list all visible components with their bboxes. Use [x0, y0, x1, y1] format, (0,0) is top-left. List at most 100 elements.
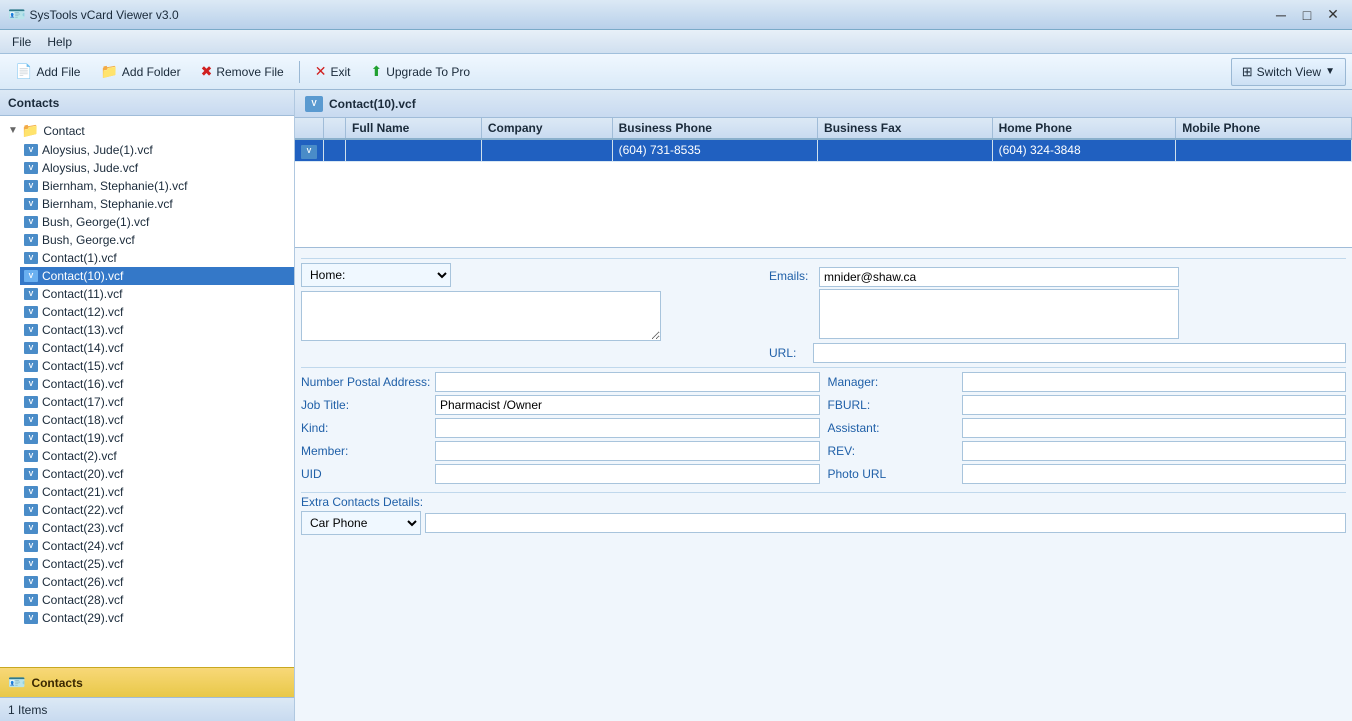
photo-url-label: Photo URL: [828, 467, 958, 481]
col-mobile-phone[interactable]: Mobile Phone: [1176, 118, 1352, 139]
tree-item-4[interactable]: V Bush, George(1).vcf: [20, 213, 294, 231]
tree-item-23[interactable]: V Contact(25).vcf: [20, 555, 294, 573]
vcf-icon-22: V: [24, 540, 38, 552]
tree-item-0[interactable]: V Aloysius, Jude(1).vcf: [20, 141, 294, 159]
tree-area[interactable]: ▼ 📁 Contact V Aloysius, Jude(1).vcf V Al…: [0, 116, 294, 667]
address-textarea[interactable]: [301, 291, 661, 341]
address-type-select[interactable]: Home: Work: Other:: [301, 263, 451, 287]
vcf-icon-12: V: [24, 360, 38, 372]
url-input[interactable]: [813, 343, 1346, 363]
row-icon-cell: V: [295, 139, 324, 161]
col-company[interactable]: Company: [481, 118, 612, 139]
tree-item-label-22: Contact(24).vcf: [42, 539, 123, 553]
tree-item-label-7: Contact(10).vcf: [42, 269, 123, 283]
vcf-icon-9: V: [24, 306, 38, 318]
vcf-icon-6: V: [24, 252, 38, 264]
vcf-icon-19: V: [24, 486, 38, 498]
tree-item-label-10: Contact(13).vcf: [42, 323, 123, 337]
rev-input[interactable]: [962, 441, 1347, 461]
address-left: Home: Work: Other:: [301, 263, 761, 363]
fburl-label: FBURL:: [828, 398, 958, 412]
table-container[interactable]: Full Name Company Business Phone Busines…: [295, 118, 1352, 248]
tree-item-6[interactable]: V Contact(1).vcf: [20, 249, 294, 267]
contacts-icon: 🪪: [8, 674, 25, 691]
tree-item-label-2: Biernham, Stephanie(1).vcf: [42, 179, 187, 193]
tree-item-24[interactable]: V Contact(26).vcf: [20, 573, 294, 591]
menu-help[interactable]: Help: [39, 33, 80, 51]
exit-icon: ✕: [315, 63, 327, 80]
email-input[interactable]: [819, 267, 1179, 287]
tree-item-16[interactable]: V Contact(19).vcf: [20, 429, 294, 447]
tree-children: V Aloysius, Jude(1).vcf V Aloysius, Jude…: [0, 141, 294, 627]
add-file-button[interactable]: 📄 Add File: [6, 58, 89, 86]
car-phone-input[interactable]: [425, 513, 1346, 533]
tree-item-9[interactable]: V Contact(12).vcf: [20, 303, 294, 321]
exit-button[interactable]: ✕ Exit: [306, 58, 360, 86]
vcf-icon-26: V: [24, 612, 38, 624]
minimize-button[interactable]: ─: [1270, 4, 1292, 26]
maximize-button[interactable]: □: [1296, 4, 1318, 26]
tree-item-label-12: Contact(15).vcf: [42, 359, 123, 373]
email-textarea[interactable]: [819, 289, 1179, 339]
tree-item-22[interactable]: V Contact(24).vcf: [20, 537, 294, 555]
menu-file[interactable]: File: [4, 33, 39, 51]
vcf-icon-16: V: [24, 432, 38, 444]
tree-item-8[interactable]: V Contact(11).vcf: [20, 285, 294, 303]
remove-file-icon: ✖: [201, 63, 213, 80]
tree-item-21[interactable]: V Contact(23).vcf: [20, 519, 294, 537]
tree-item-17[interactable]: V Contact(2).vcf: [20, 447, 294, 465]
right-fields: URL:: [769, 343, 1346, 363]
assistant-input[interactable]: [962, 418, 1347, 438]
file-header: V Contact(10).vcf: [295, 90, 1352, 118]
tree-item-18[interactable]: V Contact(20).vcf: [20, 465, 294, 483]
tree-item-11[interactable]: V Contact(14).vcf: [20, 339, 294, 357]
extra-row: Car Phone Pager ISDN Other: [301, 511, 1346, 535]
remove-file-button[interactable]: ✖ Remove File: [192, 58, 293, 86]
close-button[interactable]: ✕: [1322, 4, 1344, 26]
add-folder-button[interactable]: 📁 Add Folder: [91, 58, 189, 86]
kind-row: Kind:: [301, 418, 820, 438]
vcf-icon-18: V: [24, 468, 38, 480]
member-label: Member:: [301, 444, 431, 458]
folder-label: Contact: [43, 124, 84, 138]
tree-item-14[interactable]: V Contact(17).vcf: [20, 393, 294, 411]
tree-item-2[interactable]: V Biernham, Stephanie(1).vcf: [20, 177, 294, 195]
tree-item-7[interactable]: V Contact(10).vcf: [20, 267, 294, 285]
tree-item-20[interactable]: V Contact(22).vcf: [20, 501, 294, 519]
manager-input[interactable]: [962, 372, 1347, 392]
car-phone-select[interactable]: Car Phone Pager ISDN Other: [301, 511, 421, 535]
table-row[interactable]: V (604) 731-8535 (604) 324-3848: [295, 139, 1352, 161]
col-business-phone[interactable]: Business Phone: [612, 118, 817, 139]
vcf-icon-11: V: [24, 342, 38, 354]
tree-item-12[interactable]: V Contact(15).vcf: [20, 357, 294, 375]
number-postal-input[interactable]: [435, 372, 820, 392]
folder-icon: 📁: [22, 122, 39, 139]
tree-item-10[interactable]: V Contact(13).vcf: [20, 321, 294, 339]
upgrade-button[interactable]: ⬆ Upgrade To Pro: [361, 58, 479, 86]
job-title-input[interactable]: [435, 395, 820, 415]
tree-item-15[interactable]: V Contact(18).vcf: [20, 411, 294, 429]
tree-item-1[interactable]: V Aloysius, Jude.vcf: [20, 159, 294, 177]
col-business-fax[interactable]: Business Fax: [818, 118, 993, 139]
tree-item-26[interactable]: V Contact(29).vcf: [20, 609, 294, 627]
tree-item-25[interactable]: V Contact(28).vcf: [20, 591, 294, 609]
tree-folder-contact[interactable]: ▼ 📁 Contact: [0, 120, 294, 141]
tree-item-label-17: Contact(2).vcf: [42, 449, 117, 463]
tree-item-13[interactable]: V Contact(16).vcf: [20, 375, 294, 393]
vcf-icon-15: V: [24, 414, 38, 426]
tree-item-3[interactable]: V Biernham, Stephanie.vcf: [20, 195, 294, 213]
fburl-input[interactable]: [962, 395, 1347, 415]
tree-item-5[interactable]: V Bush, George.vcf: [20, 231, 294, 249]
details-panel[interactable]: Home: Work: Other: Emails:: [295, 248, 1352, 721]
bottom-contacts-panel: 🪪 Contacts: [0, 667, 294, 697]
member-input[interactable]: [435, 441, 820, 461]
kind-input[interactable]: [435, 418, 820, 438]
uid-input[interactable]: [435, 464, 820, 484]
col-home-phone[interactable]: Home Phone: [992, 118, 1176, 139]
photo-url-input[interactable]: [962, 464, 1347, 484]
uid-row: UID: [301, 464, 820, 484]
rev-label: REV:: [828, 444, 958, 458]
switch-view-button[interactable]: ⊞ Switch View ▼: [1231, 58, 1346, 86]
col-fullname[interactable]: Full Name: [346, 118, 482, 139]
tree-item-19[interactable]: V Contact(21).vcf: [20, 483, 294, 501]
